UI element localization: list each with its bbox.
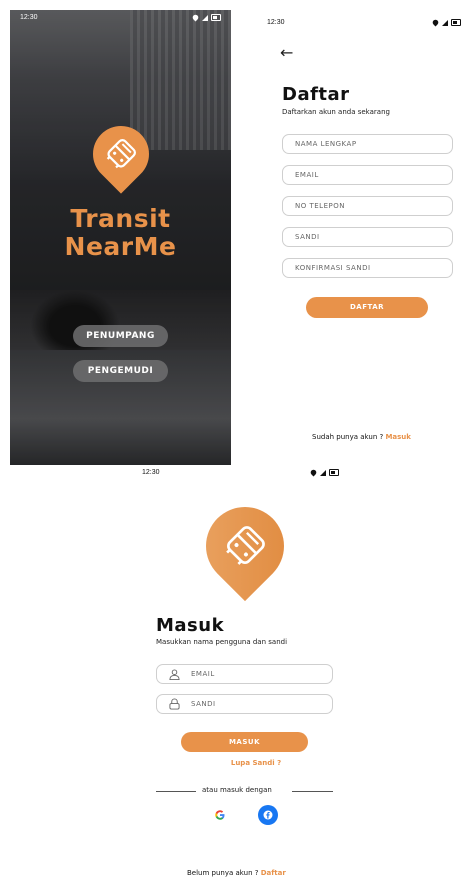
forgot-password-row: Lupa Sandi ? [130, 759, 382, 767]
divider-text: atau masuk dengan [202, 786, 272, 794]
divider-right [292, 791, 333, 792]
battery-icon [211, 14, 221, 21]
wifi-icon [431, 18, 440, 27]
email-input[interactable] [295, 166, 452, 184]
signal-icon [320, 469, 326, 476]
login-prompt-text: Sudah punya akun ? [312, 433, 384, 441]
status-icons [431, 18, 461, 27]
page-subtitle: Daftarkan akun anda sekarang [282, 108, 390, 116]
page-subtitle: Masukkan nama pengguna dan sandi [156, 638, 288, 646]
confirm-password-field[interactable] [282, 258, 453, 278]
phone-input[interactable] [295, 197, 452, 215]
forgot-password-link[interactable]: Lupa Sandi ? [231, 759, 281, 767]
back-arrow-icon[interactable]: ← [280, 43, 293, 62]
bus-icon [226, 526, 265, 565]
battery-icon [329, 469, 339, 476]
user-icon [169, 669, 180, 680]
status-time: 12:30 [142, 469, 160, 476]
login-screen: 12:30 Masuk Masukkan nama pengguna dan s… [130, 465, 362, 879]
register-screen: 12:30 ← Daftar Daftarkan akun anda sekar… [237, 10, 463, 465]
signal-icon [442, 19, 448, 26]
google-login-button[interactable] [210, 805, 230, 825]
logo-line-1: Transit [70, 204, 171, 233]
password-field[interactable] [282, 227, 453, 247]
email-field[interactable] [282, 165, 453, 185]
page-title: Masuk [156, 615, 225, 636]
passenger-button[interactable]: PENUMPANG [73, 325, 168, 347]
login-prompt: Sudah punya akun ? Masuk [312, 433, 411, 441]
register-link[interactable]: Daftar [261, 869, 286, 877]
status-time: 12:30 [20, 14, 38, 21]
wifi-icon [191, 13, 200, 22]
divider-left [156, 791, 196, 792]
password-input[interactable] [191, 695, 332, 713]
google-icon [215, 810, 225, 820]
login-button[interactable]: MASUK [181, 732, 308, 752]
logo-line-2: NearMe [64, 232, 177, 261]
facebook-icon [263, 810, 273, 820]
confirm-password-input[interactable] [295, 259, 452, 277]
status-icons [191, 13, 221, 22]
full-name-field[interactable] [282, 134, 453, 154]
register-button[interactable]: DAFTAR [306, 297, 428, 318]
status-icons [309, 468, 339, 477]
full-name-input[interactable] [295, 135, 452, 153]
wifi-icon [309, 468, 318, 477]
battery-icon [451, 19, 461, 26]
register-prompt: Belum punya akun ? Daftar [187, 869, 286, 877]
phone-field[interactable] [282, 196, 453, 216]
password-input[interactable] [295, 228, 452, 246]
register-prompt-text: Belum punya akun ? [187, 869, 259, 877]
password-field[interactable] [156, 694, 333, 714]
status-time: 12:30 [267, 19, 285, 26]
facebook-login-button[interactable] [258, 805, 278, 825]
bus-icon [106, 139, 136, 169]
page-title: Daftar [282, 84, 350, 105]
email-field[interactable] [156, 664, 333, 684]
email-input[interactable] [191, 665, 332, 683]
splash-screen: 12:30 Transit NearMe PENUMPANG PENGEMUDI [10, 10, 231, 465]
signal-icon [202, 14, 208, 21]
login-link[interactable]: Masuk [385, 433, 411, 441]
app-logo-text: Transit NearMe [10, 205, 231, 261]
driver-button[interactable]: PENGEMUDI [73, 360, 168, 382]
lock-icon [169, 698, 180, 710]
